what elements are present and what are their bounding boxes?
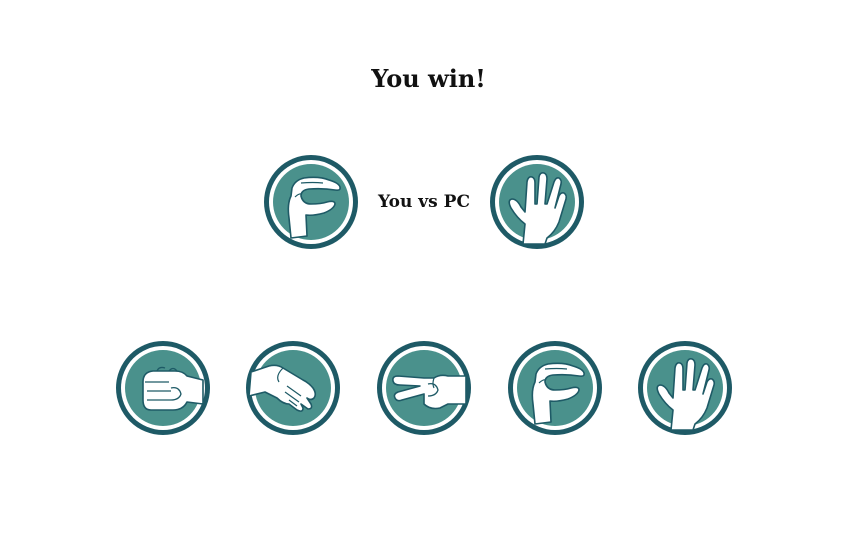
rock-fist-icon	[116, 341, 210, 435]
choice-spock-button[interactable]: spock	[635, 338, 735, 438]
paper-hand-icon	[246, 341, 340, 435]
player-choice-lizard-icon	[261, 152, 361, 252]
choice-lizard-button[interactable]: lizard	[505, 338, 605, 438]
scissors-hand-icon	[377, 341, 471, 435]
matchup-label: You vs PC	[378, 192, 470, 212]
spock-hand-icon	[638, 341, 732, 435]
pc-choice-spock-icon	[487, 152, 587, 252]
lizard-hand-icon	[508, 341, 602, 435]
choices-row: rock paper scissors	[0, 338, 857, 438]
choice-scissors-button[interactable]: scissors	[374, 338, 474, 438]
choice-paper-button[interactable]: paper	[243, 338, 343, 438]
choice-rock-button[interactable]: rock	[113, 338, 213, 438]
game-page: You win! You vs PC rock	[0, 0, 857, 538]
result-title: You win!	[371, 64, 486, 93]
battle-row: You vs PC	[0, 152, 857, 252]
